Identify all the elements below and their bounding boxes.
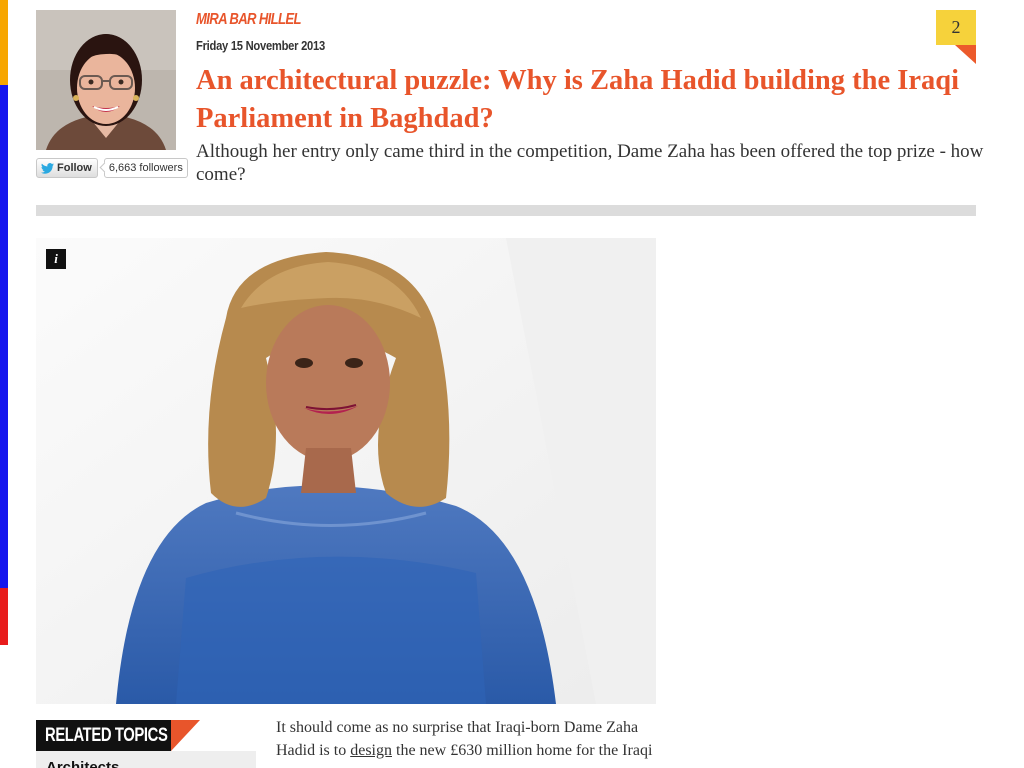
related-topics-title: RELATED TOPICS bbox=[36, 720, 171, 751]
body-text-continued: the new £630 million home for the Iraqi bbox=[392, 742, 653, 759]
header-divider bbox=[36, 205, 976, 216]
article-date: Friday 15 November 2013 bbox=[196, 38, 325, 53]
twitter-follow-label: Follow bbox=[57, 162, 92, 174]
hero-portrait bbox=[36, 238, 656, 704]
body-link-design[interactable]: design bbox=[350, 742, 392, 759]
author-byline[interactable]: MIRA BAR HILLEL bbox=[196, 11, 301, 29]
twitter-follow-widget: Follow 6,663 followers bbox=[36, 158, 188, 178]
related-topics-flag bbox=[171, 720, 200, 751]
comment-count-badge[interactable]: 2 bbox=[936, 10, 976, 45]
comment-badge-tail bbox=[955, 45, 976, 64]
article-body: It should come as no surprise that Iraqi… bbox=[276, 716, 656, 762]
image-info-button[interactable]: i bbox=[46, 249, 66, 269]
article-hero-image[interactable] bbox=[36, 238, 656, 704]
article-headline: An architectural puzzle: Why is Zaha Had… bbox=[196, 65, 960, 134]
section-color-strip bbox=[0, 0, 8, 645]
author-portrait bbox=[36, 10, 176, 150]
related-topics-list: Architects bbox=[36, 751, 256, 768]
author-photo[interactable] bbox=[36, 10, 176, 150]
twitter-follow-button[interactable]: Follow bbox=[36, 158, 98, 178]
twitter-bird-icon bbox=[41, 162, 54, 174]
related-topic-item[interactable]: Architects bbox=[46, 759, 119, 768]
article-standfirst: Although her entry only came third in th… bbox=[196, 141, 984, 185]
strip-segment-red bbox=[0, 588, 8, 645]
twitter-follower-count[interactable]: 6,663 followers bbox=[103, 158, 188, 178]
strip-segment-orange bbox=[0, 0, 8, 85]
strip-segment-blue bbox=[0, 85, 8, 588]
